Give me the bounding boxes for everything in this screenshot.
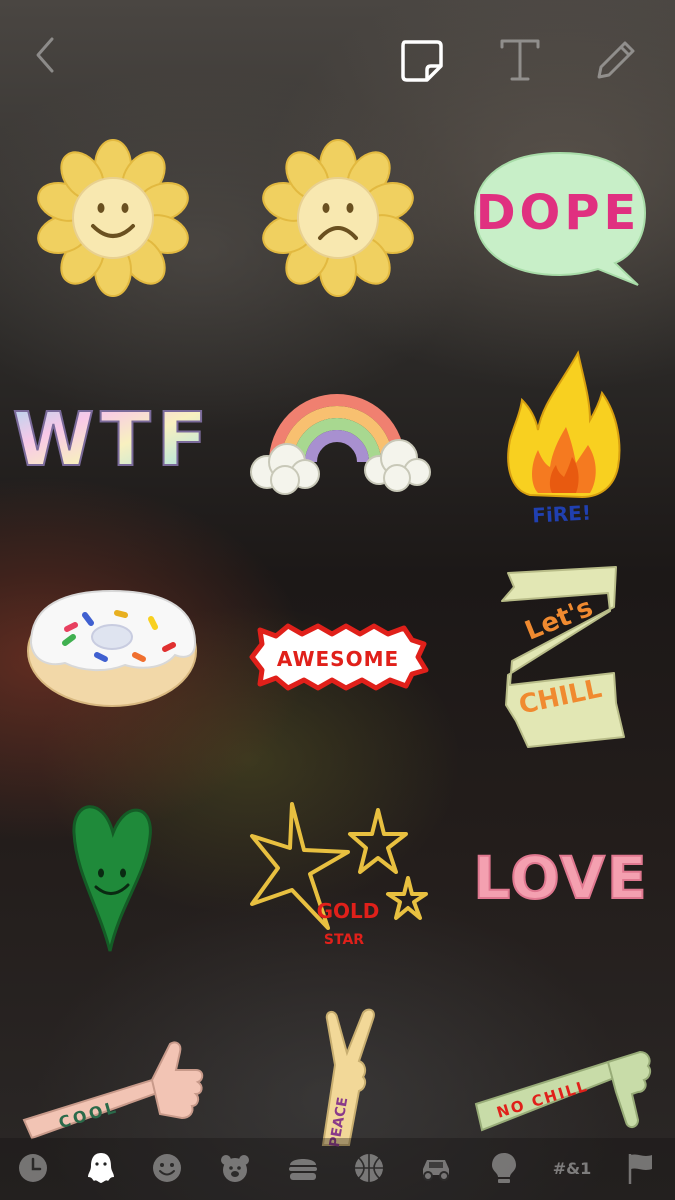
- sticker-fire[interactable]: FiRE!: [500, 345, 625, 530]
- pencil-icon: [597, 41, 635, 79]
- car-icon: [423, 1160, 449, 1181]
- sticker-donut[interactable]: [25, 585, 200, 710]
- sticker-icon: [401, 40, 443, 82]
- burger-icon: [289, 1159, 317, 1180]
- category-flags[interactable]: [618, 1146, 662, 1190]
- sad-flower-icon: [261, 139, 414, 297]
- sticker-no-chill[interactable]: NO CHILL: [472, 1048, 655, 1140]
- sticker-peace[interactable]: PEACE: [305, 1005, 395, 1149]
- sticker-lets-chill[interactable]: Let's CHILL: [498, 565, 630, 750]
- fire-icon: FiRE!: [507, 350, 621, 528]
- category-symbols[interactable]: #&1: [550, 1146, 594, 1190]
- gold-text: GOLD: [317, 899, 380, 923]
- text-icon: [500, 39, 540, 81]
- star-text: STAR: [324, 932, 364, 948]
- sticker-wtf[interactable]: WTF: [12, 395, 209, 484]
- rainbow-icon: [250, 394, 431, 495]
- back-button[interactable]: [22, 32, 68, 78]
- heart-icon: [72, 805, 152, 952]
- wtf-text: WTF: [13, 397, 214, 483]
- clock-icon: [19, 1154, 47, 1182]
- text-tool-button[interactable]: [494, 34, 546, 86]
- chevron-left-icon: [36, 37, 54, 73]
- thumbs-down-icon: NO CHILL: [474, 1050, 652, 1132]
- ghost-icon: [88, 1153, 114, 1183]
- awesome-text: AWESOME: [277, 647, 399, 671]
- smiley-icon: [153, 1154, 181, 1182]
- category-objects[interactable]: [482, 1146, 526, 1190]
- category-sports[interactable]: [347, 1146, 391, 1190]
- category-recent[interactable]: [11, 1146, 55, 1190]
- draw-tool-button[interactable]: [590, 34, 642, 86]
- category-travel[interactable]: [414, 1146, 458, 1190]
- sticker-gold-star[interactable]: GOLD STAR: [248, 800, 430, 950]
- lightbulb-icon: [492, 1153, 516, 1183]
- sticker-category-bar: #&1: [0, 1138, 675, 1200]
- sticker-rainbow[interactable]: [245, 380, 431, 495]
- sticker-cool[interactable]: COOL: [20, 1040, 205, 1140]
- speech-bubble-icon: DOPE: [473, 151, 647, 286]
- dope-text: DOPE: [476, 185, 641, 241]
- category-ghost[interactable]: [79, 1146, 123, 1190]
- love-text: LOVE: [473, 844, 648, 912]
- top-toolbar: [0, 0, 675, 110]
- symbols-label: #&1: [552, 1158, 592, 1178]
- happy-flower-icon: [36, 139, 189, 297]
- category-smileys[interactable]: [145, 1146, 189, 1190]
- sticker-happy-flower[interactable]: [30, 138, 195, 298]
- sticker-dope[interactable]: DOPE: [470, 145, 650, 290]
- stars-icon: GOLD STAR: [250, 802, 428, 948]
- fire-text: FiRE!: [532, 500, 592, 527]
- category-food[interactable]: [281, 1146, 325, 1190]
- peace-hand-icon: PEACE: [321, 1008, 375, 1149]
- thumbs-up-icon: COOL: [22, 1041, 204, 1140]
- bear-icon: [221, 1155, 249, 1182]
- sticker-awesome[interactable]: AWESOME: [248, 622, 429, 692]
- sticker-tool-button[interactable]: [395, 34, 447, 86]
- sticker-love[interactable]: LOVE: [470, 840, 652, 913]
- sticker-heart[interactable]: [68, 795, 158, 955]
- flag-icon: [628, 1154, 652, 1184]
- category-animals[interactable]: [213, 1146, 257, 1190]
- sticker-sad-flower[interactable]: [255, 138, 420, 298]
- basketball-icon: [355, 1154, 383, 1182]
- donut-icon: [27, 589, 197, 707]
